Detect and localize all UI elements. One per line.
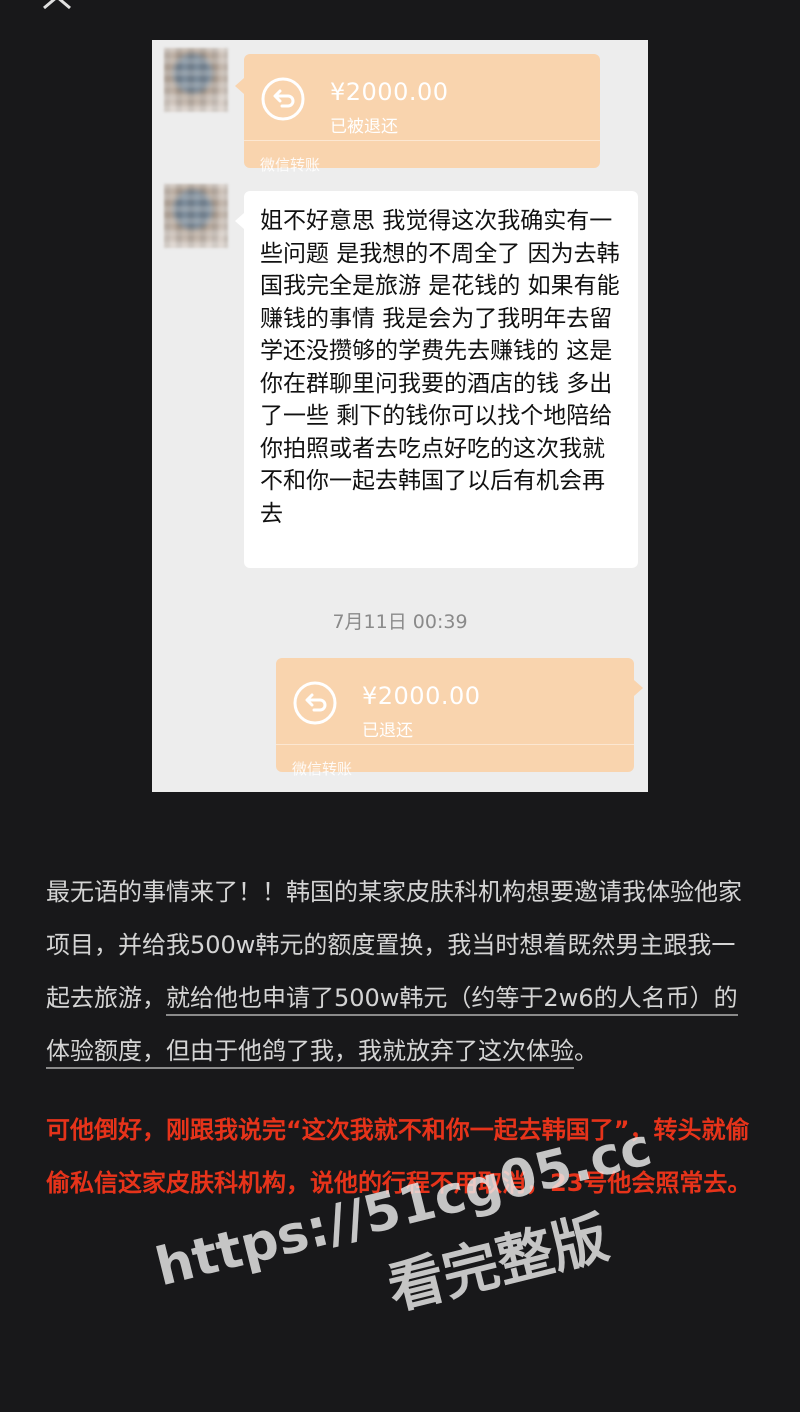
chat-screenshot: ¥2000.00 已被退还 微信转账 姐不好意思 我觉得这次我确实有一些问题 是… — [152, 40, 648, 792]
article-body: 最无语的事情来了！！韩国的某家皮肤科机构想要邀请我体验他家项目，并给我500w韩… — [46, 866, 756, 1210]
timestamp: 7月11日 00:39 — [332, 611, 468, 633]
avatar — [164, 184, 228, 248]
message-bubble: 姐不好意思 我觉得这次我确实有一些问题 是我想的不周全了 因为去韩国我完全是旅游… — [235, 191, 638, 568]
divider — [244, 140, 600, 141]
transfer-amount: ¥2000.00 — [330, 78, 449, 106]
transfer-card-top[interactable]: ¥2000.00 已被退还 微信转账 — [235, 54, 600, 174]
transfer-status: 已被退还 — [330, 117, 398, 137]
transfer-source: 微信转账 — [292, 760, 353, 778]
return-arrow-icon — [261, 77, 305, 121]
watermark-subtitle: 看完整版 — [381, 1205, 615, 1323]
paragraph-text: 。 — [574, 1037, 598, 1065]
avatar — [164, 48, 228, 112]
transfer-amount: ¥2000.00 — [362, 682, 481, 710]
close-button[interactable] — [40, 0, 76, 16]
transfer-card-bottom[interactable]: ¥2000.00 已退还 微信转账 — [276, 658, 643, 778]
close-icon — [43, 0, 71, 10]
transfer-source: 微信转账 — [260, 156, 321, 174]
transfer-status: 已退还 — [362, 721, 413, 741]
message-text: 姐不好意思 我觉得这次我确实有一些问题 是我想的不周全了 因为去韩国我完全是旅游… — [260, 208, 620, 527]
return-arrow-icon — [293, 681, 337, 725]
divider — [276, 744, 634, 745]
highlight-paragraph: 可他倒好，刚跟我说完“这次我就不和你一起去韩国了”，转头就偷偷私信这家皮肤科机构… — [46, 1116, 752, 1197]
article-paragraph: 最无语的事情来了！！韩国的某家皮肤科机构想要邀请我体验他家项目，并给我500w韩… — [46, 866, 756, 1078]
